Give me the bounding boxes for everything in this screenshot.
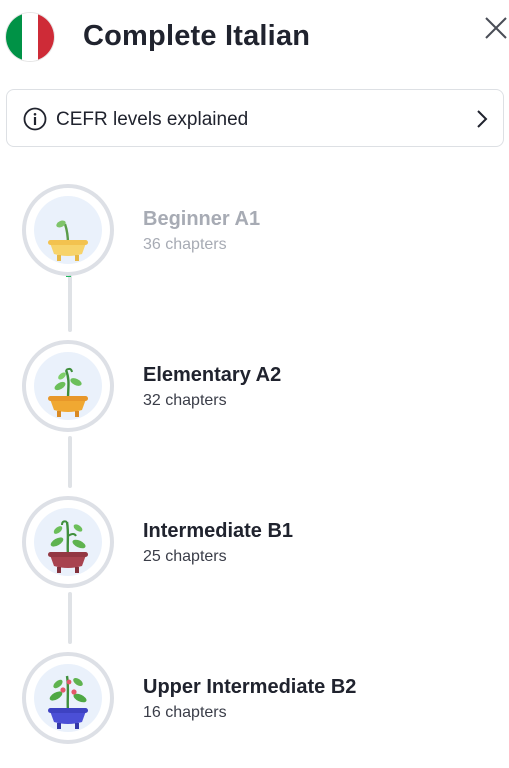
level-badge	[22, 652, 114, 744]
plant-pot-icon	[34, 196, 102, 264]
level-item[interactable]: Beginner A1 36 chapters	[20, 180, 500, 276]
level-name: Beginner A1	[143, 208, 261, 230]
page-title: Complete Italian	[83, 20, 311, 52]
chevron-right-icon	[477, 110, 488, 128]
path-connector	[68, 272, 72, 332]
path-connector	[68, 592, 72, 644]
level-name: Intermediate B1	[143, 520, 294, 542]
cefr-label: CEFR levels explained	[56, 109, 249, 130]
close-icon[interactable]	[482, 14, 509, 42]
level-chapters: 32 chapters	[143, 392, 227, 409]
plant-pot-icon	[34, 352, 102, 420]
level-chapters: 25 chapters	[143, 548, 227, 565]
plant-pot-icon	[34, 508, 102, 576]
level-chapters: 36 chapters	[143, 236, 227, 253]
level-badge	[22, 184, 114, 276]
path-connector	[68, 436, 72, 488]
level-badge	[22, 340, 114, 432]
level-badge	[22, 496, 114, 588]
level-item[interactable]: Upper Intermediate B2 16 chapters	[20, 648, 500, 744]
level-name: Elementary A2	[143, 364, 282, 386]
cefr-levels-button[interactable]: CEFR levels explained	[6, 89, 504, 147]
level-item[interactable]: Elementary A2 32 chapters	[20, 336, 500, 432]
level-name: Upper Intermediate B2	[143, 676, 357, 698]
plant-pot-icon	[34, 664, 102, 732]
level-item[interactable]: Intermediate B1 25 chapters	[20, 492, 500, 588]
italy-flag-icon	[6, 13, 54, 61]
header: Complete Italian	[0, 0, 509, 74]
level-path: Beginner A1 36 chapters Elementary A2 32…	[0, 180, 509, 760]
info-icon	[23, 107, 47, 131]
level-chapters: 16 chapters	[143, 704, 227, 721]
